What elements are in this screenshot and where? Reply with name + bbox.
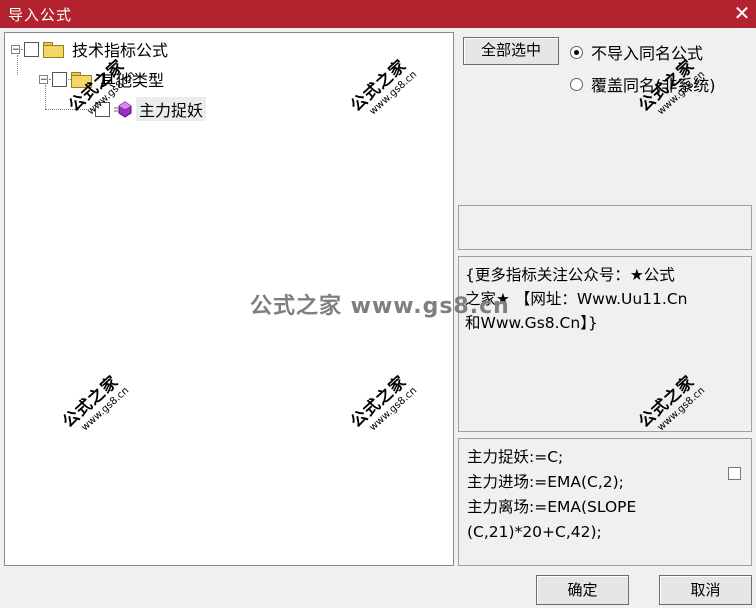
cancel-button[interactable]: 取消 xyxy=(659,575,752,605)
tree-node-checkbox[interactable] xyxy=(95,101,110,117)
close-icon[interactable]: ✕ xyxy=(728,0,756,28)
title-bar: 导入公式 ✕ xyxy=(0,0,756,28)
formula-icon xyxy=(114,101,132,118)
radio-overwrite-same-name[interactable]: 覆盖同名(非系统) xyxy=(570,72,716,96)
description-box: {更多指标关注公众号：★公式 之家★ 【网址：Www.Uu11.Cn 和Www.… xyxy=(458,256,752,432)
tree-node-formula[interactable]: 主力捉妖 xyxy=(93,97,207,121)
select-all-button[interactable]: 全部选中 xyxy=(463,37,559,65)
info-box xyxy=(458,205,752,250)
tree-node-label: 其他类型 xyxy=(100,71,165,90)
radio-skip-same-name[interactable]: 不导入同名公式 xyxy=(570,40,703,64)
code-checkbox[interactable] xyxy=(728,467,741,480)
description-line: 之家★ 【网址：Www.Uu11.Cn xyxy=(465,290,688,308)
tree-node-label: 主力捉妖 xyxy=(136,97,207,121)
collapse-icon[interactable]: − xyxy=(39,74,48,84)
folder-icon xyxy=(43,41,64,58)
tree-node-root[interactable]: − 技术指标公式 xyxy=(11,37,171,61)
tree-node-checkbox[interactable] xyxy=(52,71,67,87)
ok-button[interactable]: 确定 xyxy=(536,575,629,605)
radio-indicator[interactable] xyxy=(570,45,583,59)
collapse-icon[interactable]: − xyxy=(11,44,20,54)
window-title: 导入公式 xyxy=(8,6,73,24)
radio-label: 不导入同名公式 xyxy=(591,44,704,63)
formula-code-box: 主力捉妖:=C; 主力进场:=EMA(C,2); 主力离场:=EMA(SLOPE… xyxy=(458,438,752,566)
folder-icon xyxy=(71,71,92,88)
tree-connector xyxy=(45,109,97,110)
description-line: 和Www.Gs8.Cn】} xyxy=(465,314,598,332)
code-line: 主力进场:=EMA(C,2); xyxy=(467,473,624,491)
code-line: 主力捉妖:=C; xyxy=(467,448,564,466)
formula-tree[interactable]: − 技术指标公式 − 其他类型 主力捉妖 xyxy=(4,32,454,566)
tree-node-category[interactable]: − 其他类型 xyxy=(39,67,167,91)
code-line: 主力离场:=EMA(SLOPE xyxy=(467,498,637,516)
code-line: (C,21)*20+C,42); xyxy=(467,523,602,541)
tree-node-label: 技术指标公式 xyxy=(72,41,169,60)
radio-indicator[interactable] xyxy=(570,77,583,91)
description-line: {更多指标关注公众号：★公式 xyxy=(465,266,675,284)
tree-node-checkbox[interactable] xyxy=(24,41,39,57)
radio-label: 覆盖同名(非系统) xyxy=(591,76,716,95)
